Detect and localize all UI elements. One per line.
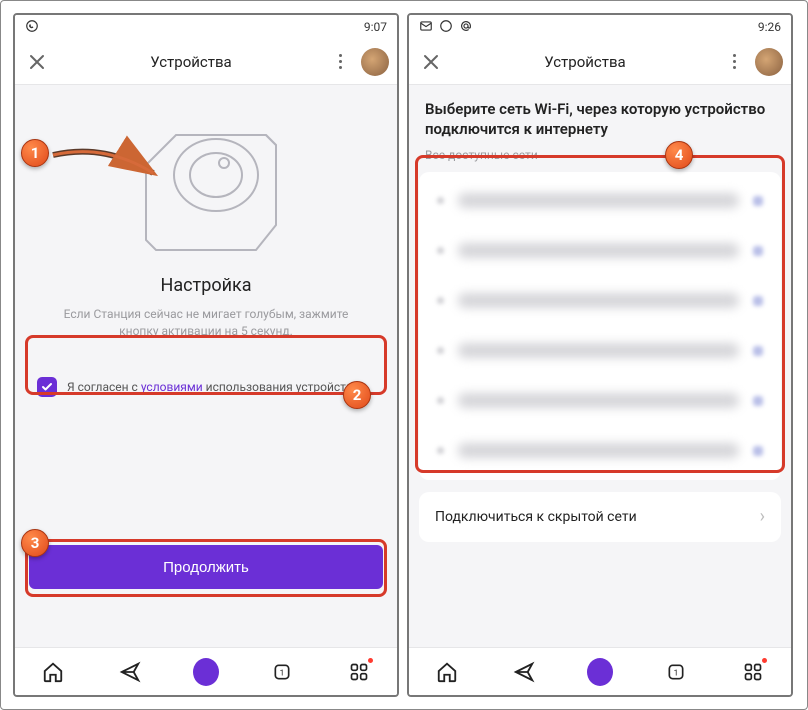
wifi-network-item[interactable] [419,176,781,226]
status-time: 9:26 [758,20,781,34]
terms-row[interactable]: Я согласен с условиями использования уст… [29,367,383,407]
status-time: 9:07 [364,20,387,34]
whatsapp-icon [25,19,39,36]
nav-alice-icon[interactable] [193,659,219,685]
wifi-network-item[interactable] [419,276,781,326]
avatar[interactable] [755,48,783,76]
page-title: Устройства [453,53,717,71]
terms-checkbox[interactable] [37,377,57,397]
arrow-icon [45,133,165,193]
svg-text:1: 1 [674,668,679,678]
wifi-heading: Выберите сеть Wi-Fi, через которую устро… [409,85,791,144]
wifi-screen: Выберите сеть Wi-Fi, через которую устро… [409,85,791,647]
whatsapp-icon [439,19,453,36]
bottom-nav: 1 [15,647,397,695]
nav-tabs-icon[interactable]: 1 [663,659,689,685]
callout-3: 3 [21,529,49,557]
continue-button[interactable]: Продолжить [29,545,383,589]
wifi-network-item[interactable] [419,326,781,376]
nav-send-icon[interactable] [117,659,143,685]
wifi-list [419,172,781,480]
kebab-menu-button[interactable] [331,54,349,69]
chevron-right-icon: › [760,506,765,527]
callout-1: 1 [21,139,49,167]
setup-description: Если Станция сейчас не мигает голубым, з… [43,306,369,341]
nav-tabs-icon[interactable]: 1 [269,659,295,685]
tutorial-container: 9:07 Устройства [0,0,808,710]
bottom-nav: 1 [409,647,791,695]
app-header: Устройства [409,39,791,85]
app-header: Устройства [15,39,397,85]
at-icon [459,19,473,36]
kebab-menu-button[interactable] [725,54,743,69]
nav-home-icon[interactable] [40,659,66,685]
close-button[interactable] [23,48,51,76]
page-title: Устройства [59,53,323,71]
wifi-subheading: Все доступные сети [409,144,791,170]
phone-right: 9:26 Устройства Выберите сеть Wi-Fi, чер… [407,13,793,697]
mail-icon [419,19,433,36]
nav-home-icon[interactable] [434,659,460,685]
nav-send-icon[interactable] [511,659,537,685]
callout-4: 4 [665,141,693,169]
close-button[interactable] [417,48,445,76]
nav-services-icon[interactable] [346,659,372,685]
wifi-network-item[interactable] [419,226,781,276]
setup-screen: Настройка Если Станция сейчас не мигает … [15,85,397,647]
wifi-network-item[interactable] [419,376,781,426]
status-bar: 9:07 [15,15,397,39]
avatar[interactable] [361,48,389,76]
connect-hidden-network[interactable]: Подключиться к скрытой сети › [419,492,781,542]
terms-text: Я согласен с условиями использования уст… [67,380,359,394]
nav-alice-icon[interactable] [587,659,613,685]
status-bar: 9:26 [409,15,791,39]
wifi-network-item[interactable] [419,426,781,476]
terms-link[interactable]: условиями [141,380,203,394]
hidden-network-label: Подключиться к скрытой сети [435,509,637,525]
callout-2: 2 [343,381,371,409]
svg-text:1: 1 [280,668,285,678]
phone-left: 9:07 Устройства [13,13,399,697]
setup-title: Настройка [15,275,397,296]
nav-services-icon[interactable] [740,659,766,685]
